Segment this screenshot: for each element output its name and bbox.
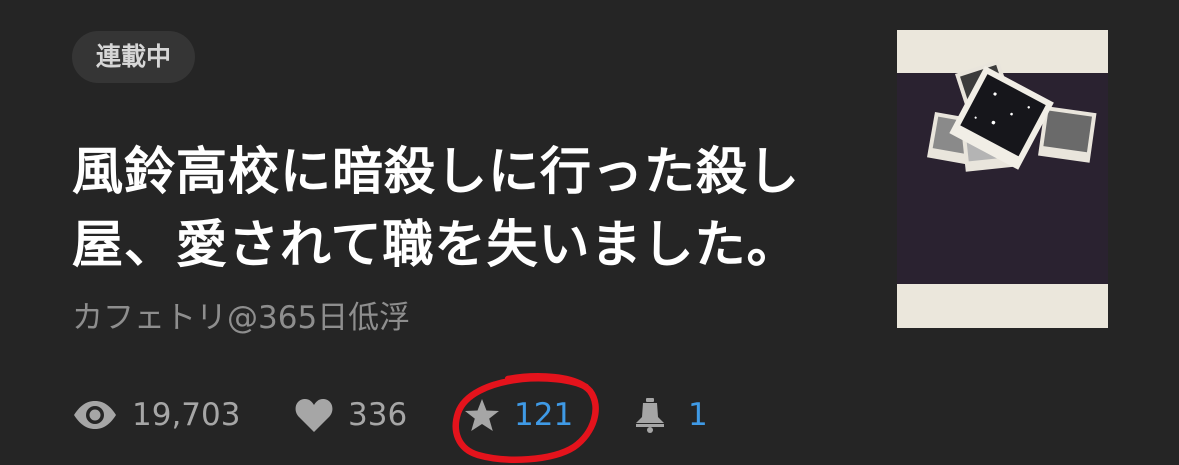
polaroid-artwork [927, 59, 1097, 172]
bookmarks-count: 121 [514, 397, 574, 433]
reactions-stat[interactable]: 1 [634, 397, 708, 433]
cover-bottom-band [897, 284, 1108, 328]
views-count: 19,703 [132, 397, 241, 433]
bookmarks-stat[interactable]: 121 [452, 373, 634, 463]
likes-stat[interactable]: 336 [294, 397, 464, 433]
reactions-count: 1 [688, 397, 708, 433]
status-badge: 連載中 [72, 31, 196, 83]
heart-icon [294, 397, 334, 433]
cover-image[interactable] [897, 30, 1108, 328]
bell-icon [634, 397, 666, 433]
likes-count: 336 [348, 397, 408, 433]
star-icon [464, 398, 500, 432]
author-name[interactable]: カフェトリ@365日低浮 [72, 296, 410, 340]
eye-icon [72, 400, 118, 430]
views-stat: 19,703 [72, 397, 294, 433]
stats-bar: 19,703 336 121 1 [72, 373, 708, 463]
work-title[interactable]: 風鈴高校に暗殺しに行った殺し屋、愛されて職を失いました。 [72, 136, 862, 282]
